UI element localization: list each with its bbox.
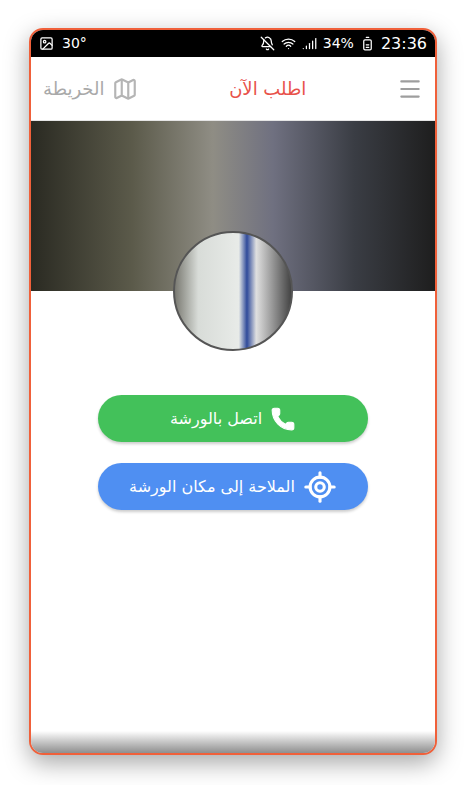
- signal-icon: [302, 36, 317, 51]
- app-title: اطلب الآن: [229, 75, 306, 102]
- call-button[interactable]: اتصل بالورشة: [98, 395, 368, 442]
- gallery-icon: [39, 36, 54, 51]
- temperature: 30°: [62, 33, 87, 54]
- navigate-button[interactable]: الملاحة إلى مكان الورشة: [98, 463, 368, 510]
- menu-button[interactable]: [397, 76, 423, 102]
- wifi-icon: [281, 36, 296, 51]
- app-bar: الخريطة اطلب الآن: [31, 57, 435, 121]
- page: 30° 34% 23:36 الخريطة اطلب الآن اتصل بالورشة ا…: [0, 0, 466, 785]
- battery-level: 34%: [323, 33, 354, 54]
- map-link[interactable]: الخريطة: [43, 75, 138, 102]
- map-icon: [112, 76, 138, 102]
- battery-icon: [360, 36, 375, 51]
- mute-icon: [260, 36, 275, 51]
- phone-frame: 30° 34% 23:36 الخريطة اطلب الآن اتصل بالورشة ا…: [29, 28, 437, 755]
- workshop-avatar: [173, 231, 293, 351]
- navigation-icon: [303, 470, 337, 504]
- phone-icon: [270, 406, 296, 432]
- status-bar: 30° 34% 23:36: [31, 30, 435, 57]
- clock: 23:36: [381, 32, 427, 56]
- bottom-shade: [31, 731, 435, 753]
- menu-icon: [397, 76, 423, 102]
